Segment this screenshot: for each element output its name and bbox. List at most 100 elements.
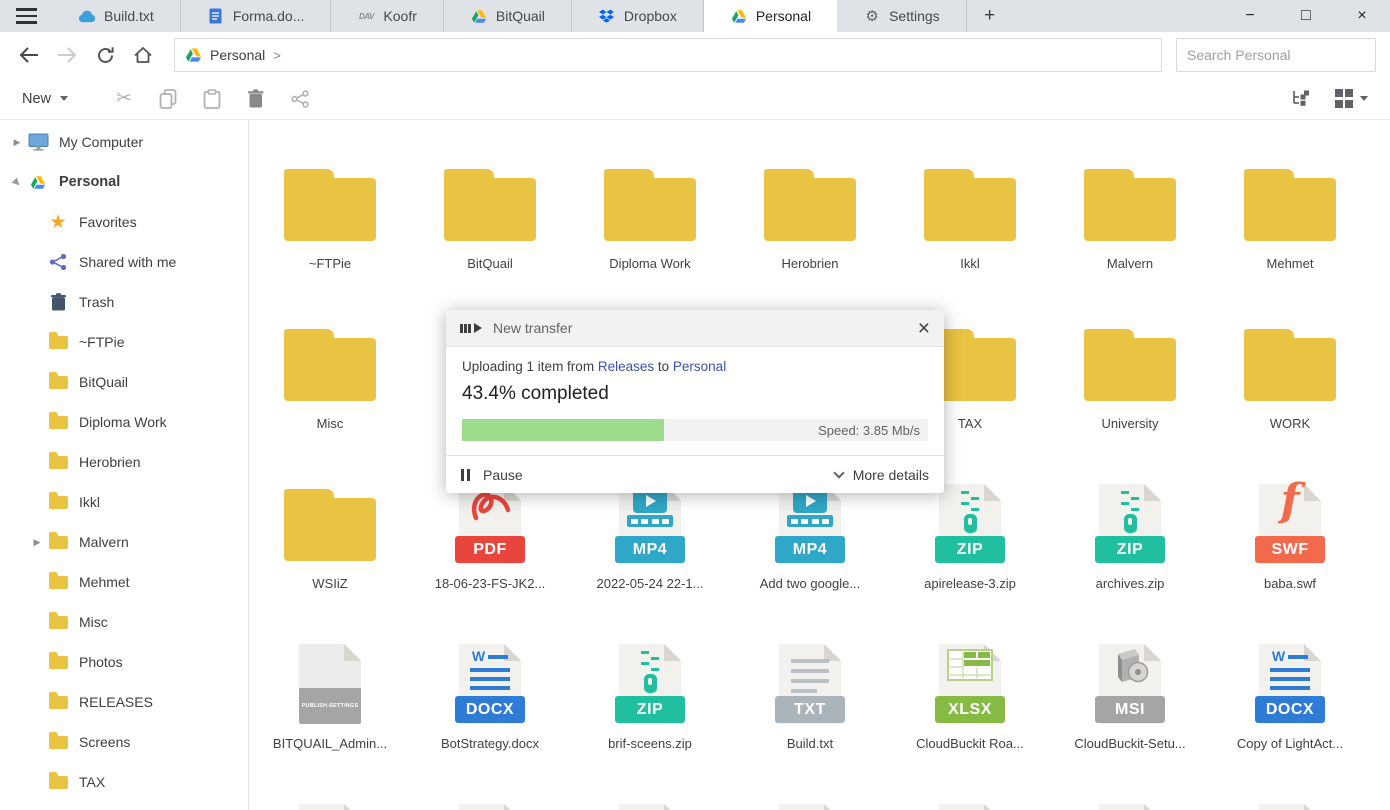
sidebar-item-favorites[interactable]: ★ Favorites bbox=[0, 202, 248, 242]
dialog-close-icon[interactable]: × bbox=[918, 318, 930, 339]
titlebar-drag-area bbox=[1013, 0, 1222, 32]
expander-arrow-icon[interactable]: ▶ bbox=[7, 172, 28, 193]
folder-item[interactable]: Ikkl bbox=[890, 148, 1050, 308]
file-item[interactable] bbox=[890, 788, 1050, 810]
folder-item[interactable]: Malvern bbox=[1050, 148, 1210, 308]
file-item[interactable]: W DOCX Copy of LightAct... bbox=[1210, 628, 1370, 788]
sidebar-item-photos[interactable]: Photos bbox=[0, 642, 248, 682]
folder-item[interactable]: ~FTPie bbox=[250, 148, 410, 308]
file-item[interactable]: XLSX CloudBuckit Roa... bbox=[890, 628, 1050, 788]
folder-icon bbox=[46, 651, 70, 669]
cut-button[interactable]: ✂ bbox=[102, 82, 146, 116]
sidebar-item-mehmet[interactable]: Mehmet bbox=[0, 562, 248, 602]
file-item[interactable]: f SWF baba.swf bbox=[1210, 468, 1370, 628]
sidebar-item-ftpie[interactable]: ~FTPie bbox=[0, 322, 248, 362]
folder-item[interactable]: WSIiZ bbox=[250, 468, 410, 628]
sidebar-item-label: Photos bbox=[79, 654, 123, 670]
folder-icon bbox=[1084, 148, 1176, 244]
file-item[interactable] bbox=[1210, 788, 1370, 810]
item-name: Mehmet bbox=[1266, 256, 1314, 271]
new-tab-button[interactable]: + bbox=[967, 0, 1013, 32]
menu-icon[interactable] bbox=[0, 0, 52, 32]
view-mode-button[interactable] bbox=[1329, 85, 1375, 112]
tab-bitquail[interactable]: BitQuail bbox=[444, 0, 572, 32]
destination-link[interactable]: Personal bbox=[673, 359, 726, 374]
home-button[interactable] bbox=[124, 38, 162, 72]
paste-button[interactable] bbox=[190, 82, 234, 116]
tab-koofr[interactable]: DAV Koofr bbox=[331, 0, 444, 32]
more-details-button[interactable]: More details bbox=[833, 466, 929, 483]
refresh-icon bbox=[97, 46, 114, 63]
share-button[interactable] bbox=[278, 82, 322, 116]
file-item[interactable]: PUBLISH-SETTINGS BITQUAIL_Admin... bbox=[250, 628, 410, 788]
breadcrumb[interactable]: Personal > bbox=[174, 38, 1162, 72]
sidebar-item-ikkl[interactable]: Ikkl bbox=[0, 482, 248, 522]
expander-arrow-icon[interactable]: ▶ bbox=[28, 537, 46, 548]
tab-dropbox[interactable]: Dropbox bbox=[572, 0, 704, 32]
file-item[interactable] bbox=[410, 788, 570, 810]
trash-icon bbox=[46, 293, 70, 311]
tab-settings[interactable]: ⚙ Settings bbox=[837, 0, 967, 32]
file-item[interactable] bbox=[250, 788, 410, 810]
sidebar-item-herobrien[interactable]: Herobrien bbox=[0, 442, 248, 482]
maximize-button[interactable]: □ bbox=[1278, 0, 1334, 32]
message-connector: to bbox=[657, 359, 670, 374]
dialog-header: New transfer × bbox=[446, 310, 944, 347]
sidebar-item-trash[interactable]: Trash bbox=[0, 282, 248, 322]
pause-button[interactable]: Pause bbox=[461, 467, 523, 483]
view-controls bbox=[1279, 82, 1375, 116]
sidebar-item-tax[interactable]: TAX bbox=[0, 762, 248, 802]
folder-icon bbox=[764, 148, 856, 244]
folder-item[interactable]: WORK bbox=[1210, 308, 1370, 468]
file-item[interactable]: W DOCX BotStrategy.docx bbox=[410, 628, 570, 788]
sidebar-item-my-computer[interactable]: ▶ My Computer bbox=[0, 122, 248, 162]
sidebar-item-bitquail[interactable]: BitQuail bbox=[0, 362, 248, 402]
refresh-button[interactable] bbox=[86, 38, 124, 72]
sidebar-item-releases[interactable]: RELEASES bbox=[0, 682, 248, 722]
file-item[interactable] bbox=[570, 788, 730, 810]
file-item[interactable] bbox=[1050, 788, 1210, 810]
search-input[interactable] bbox=[1187, 47, 1368, 63]
file-item[interactable] bbox=[730, 788, 890, 810]
sidebar-item-misc[interactable]: Misc bbox=[0, 602, 248, 642]
sidebar-item-diploma-work[interactable]: Diploma Work bbox=[0, 402, 248, 442]
paste-icon bbox=[203, 88, 221, 109]
folder-item[interactable]: Diploma Work bbox=[570, 148, 730, 308]
sidebar-item-shared-with-me[interactable]: Shared with me bbox=[0, 242, 248, 282]
delete-button[interactable] bbox=[234, 82, 278, 116]
sort-button[interactable] bbox=[1279, 82, 1323, 116]
tab-build-txt[interactable]: Build.txt bbox=[52, 0, 181, 32]
back-button[interactable] bbox=[10, 38, 48, 72]
folder-item[interactable]: BitQuail bbox=[410, 148, 570, 308]
close-button[interactable]: × bbox=[1334, 0, 1390, 32]
minimize-button[interactable]: − bbox=[1222, 0, 1278, 32]
expander-arrow-icon[interactable]: ▶ bbox=[8, 137, 26, 148]
tab-personal[interactable]: Personal bbox=[703, 0, 838, 32]
forward-button[interactable] bbox=[48, 38, 86, 72]
sidebar-item-screens[interactable]: Screens bbox=[0, 722, 248, 762]
message-prefix: Uploading 1 item from bbox=[462, 359, 595, 374]
dropbox-icon bbox=[598, 8, 616, 25]
more-details-label: More details bbox=[852, 466, 929, 483]
new-button[interactable]: New bbox=[16, 85, 74, 113]
folder-icon bbox=[604, 148, 696, 244]
folder-item[interactable]: University bbox=[1050, 308, 1210, 468]
folder-item[interactable]: Misc bbox=[250, 308, 410, 468]
file-item[interactable]: ZIP archives.zip bbox=[1050, 468, 1210, 628]
file-item[interactable]: TXT Build.txt bbox=[730, 628, 890, 788]
file-item[interactable]: MSI CloudBuckit-Setu... bbox=[1050, 628, 1210, 788]
progress-percent-text: 43.4% completed bbox=[462, 383, 609, 404]
publishsettings-file-icon: PUBLISH-SETTINGS bbox=[299, 628, 361, 724]
sidebar-item-personal[interactable]: ▶ Personal bbox=[0, 162, 248, 202]
item-name: Malvern bbox=[1106, 256, 1154, 271]
folder-item[interactable]: Mehmet bbox=[1210, 148, 1370, 308]
tab-forma-do[interactable]: Forma.do... bbox=[181, 0, 332, 32]
file-item[interactable]: ZIP brif-sceens.zip bbox=[570, 628, 730, 788]
folder-item[interactable]: Herobrien bbox=[730, 148, 890, 308]
source-link[interactable]: Releases bbox=[598, 359, 654, 374]
copy-button[interactable] bbox=[146, 82, 190, 116]
google-drive-icon bbox=[185, 47, 202, 63]
sidebar-item-malvern[interactable]: ▶ Malvern bbox=[0, 522, 248, 562]
audio-file-icon bbox=[779, 788, 841, 810]
breadcrumb-location: Personal bbox=[210, 47, 266, 63]
